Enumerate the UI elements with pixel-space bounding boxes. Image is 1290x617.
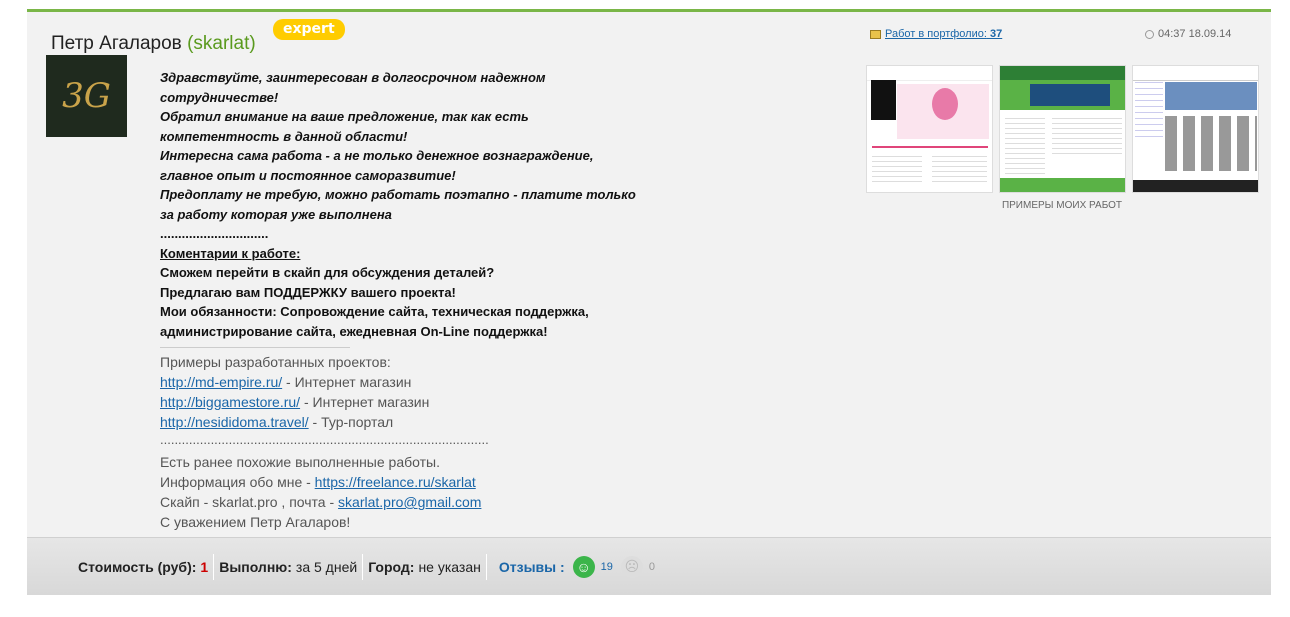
message-line: Предоплату не требую, можно работать поэ…: [160, 187, 636, 202]
expert-badge: expert: [273, 19, 345, 40]
message-line: главное опыт и постоянное саморазвитие!: [160, 167, 456, 183]
portfolio-thumbnail[interactable]: [866, 65, 993, 193]
city-label: Город:: [368, 558, 415, 575]
info-prefix: Скайп - skarlat.pro , почта -: [160, 494, 339, 510]
negative-review-icon[interactable]: ☹: [620, 555, 643, 578]
response-card: Петр Агаларов (skarlat) expert 3G Здравс…: [27, 9, 1271, 595]
timestamp-text: 04:37 18.09.14: [1158, 28, 1232, 40]
portfolio-count: Работ в портфолио: 37: [870, 28, 1002, 40]
user-header: Петр Агаларов (skarlat): [51, 33, 256, 55]
project-desc: - Интернет магазин: [300, 394, 430, 410]
portfolio-number: 37: [989, 28, 1003, 40]
project-desc: - Интернет магазин: [282, 374, 412, 390]
comments-title: Коментарии к работе:: [160, 245, 301, 261]
examples-caption: ПРИМЕРЫ МОИХ РАБОТ: [1001, 200, 1123, 211]
avatar-logo-text: 3G: [62, 76, 111, 116]
message-line: за работу которая уже выполнена: [160, 206, 392, 222]
message-line: Здравствуйте, заинтересован в долгосрочн…: [160, 70, 546, 85]
info-line: Информация обо мне - https://freelance.r…: [160, 472, 660, 492]
comment-line: Предлагаю вам ПОДДЕРЖКУ вашего проекта!: [160, 284, 456, 300]
projects-title: Примеры разработанных проектов:: [160, 354, 391, 370]
divider: [160, 347, 350, 348]
portfolio-label: Работ в портфолио:: [885, 28, 987, 40]
info-prefix: Информация обо мне -: [160, 474, 315, 490]
portfolio-thumbnail[interactable]: [1132, 65, 1259, 193]
portfolio-link[interactable]: Работ в портфолио: 37: [885, 28, 1002, 40]
info-line: Скайп - skarlat.pro , почта - skarlat.pr…: [160, 492, 660, 512]
project-desc: - Тур-портал: [308, 414, 394, 430]
message-line: Интересна сама работа - а не только дене…: [160, 148, 594, 163]
portfolio-icon: [870, 29, 881, 39]
positive-review-icon[interactable]: ☺: [572, 555, 595, 578]
project-item: http://md-empire.ru/ - Интернет магазин: [160, 372, 660, 392]
cost-label: Стоимость (руб):: [78, 558, 197, 575]
response-message: Здравствуйте, заинтересован в долгосрочн…: [160, 68, 660, 532]
project-link[interactable]: http://md-empire.ru/: [160, 374, 282, 390]
cost: Стоимость (руб): 1: [73, 553, 215, 580]
city: Город: не указан: [363, 553, 487, 580]
user-login[interactable]: (skarlat): [187, 33, 256, 54]
signature: С уважением Петр Агаларов!: [160, 514, 351, 530]
city-value: не указан: [418, 558, 481, 575]
negative-count: 0: [648, 560, 656, 573]
project-link[interactable]: http://nesididoma.travel/: [160, 414, 309, 430]
email-link[interactable]: skarlat.pro@gmail.com: [338, 494, 481, 510]
message-line: Обратил внимание на ваше предложение, та…: [160, 109, 529, 124]
term-value: за 5 дней: [295, 558, 358, 575]
timestamp: 04:37 18.09.14: [1145, 28, 1231, 40]
message-line: сотрудничестве!: [160, 89, 279, 105]
avatar[interactable]: 3G: [46, 55, 127, 137]
term-label: Выполню:: [219, 558, 292, 575]
cost-value: 1: [200, 558, 209, 575]
comment-line: Сможем перейти в скайп для обсуждения де…: [160, 265, 495, 280]
dotted-separator: ..............................: [160, 226, 269, 241]
project-link[interactable]: http://biggamestore.ru/: [160, 394, 300, 410]
project-item: http://nesididoma.travel/ - Тур-портал: [160, 412, 660, 432]
comment-line: Мои обязанности: Сопровождение сайта, те…: [160, 304, 589, 319]
user-name[interactable]: Петр Агаларов: [51, 33, 182, 54]
profile-link[interactable]: https://freelance.ru/skarlat: [315, 474, 476, 490]
response-footer: Стоимость (руб): 1 Выполню: за 5 дней Го…: [27, 537, 1271, 595]
clock-icon: [1145, 29, 1154, 39]
project-item: http://biggamestore.ru/ - Интернет магаз…: [160, 392, 660, 412]
comment-line: администрирование сайта, ежедневная On-L…: [160, 323, 548, 339]
info-line: Есть ранее похожие выполненные работы.: [160, 454, 440, 470]
dotted-separator: ........................................…: [160, 432, 489, 447]
positive-count: 19: [600, 560, 613, 573]
message-line: компетентность в данной области!: [160, 128, 408, 144]
portfolio-thumbnail[interactable]: [999, 65, 1126, 193]
portfolio-thumbnails: [866, 65, 1259, 193]
term: Выполню: за 5 дней: [214, 553, 364, 580]
reviews-label[interactable]: Отзывы :: [499, 559, 565, 575]
